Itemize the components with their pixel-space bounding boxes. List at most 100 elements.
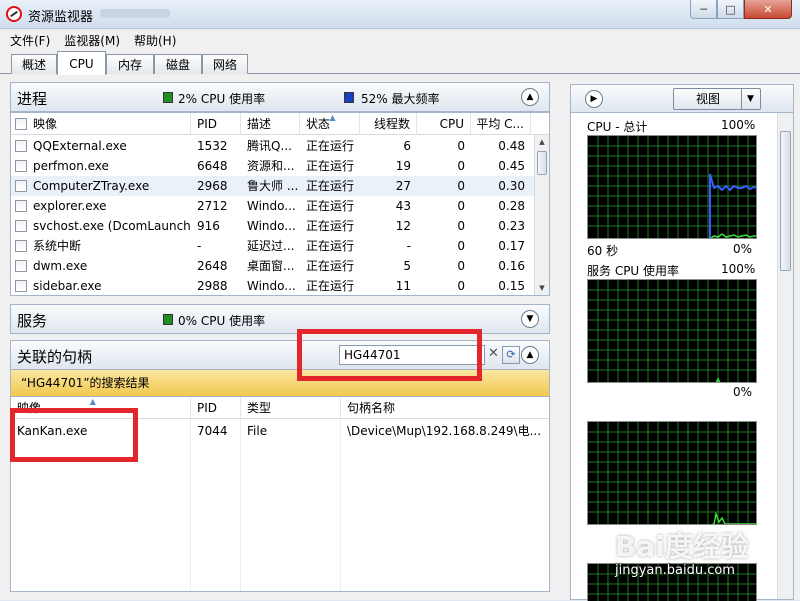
tab-overview[interactable]: 概述 (11, 54, 57, 74)
col-image[interactable]: ▲ 映像 (11, 397, 191, 419)
select-all-checkbox[interactable] (15, 118, 27, 130)
max-frequency-swatch (344, 92, 354, 103)
chevron-right-icon[interactable]: ▶ (585, 90, 603, 108)
processes-scrollbar[interactable]: ▲ ▼ (534, 135, 549, 295)
network-svg (588, 422, 756, 524)
tab-bar: 概述 CPU 内存 磁盘 网络 (0, 51, 800, 75)
services-cpu-swatch (163, 314, 173, 325)
services-header[interactable]: 服务 0% CPU 使用率 ▼ (10, 304, 550, 334)
scroll-thumb[interactable] (780, 131, 791, 271)
chevron-down-icon[interactable]: ▼ (521, 310, 539, 328)
handle-search-input[interactable] (339, 345, 485, 365)
chevron-up-icon[interactable]: ▲ (521, 346, 539, 364)
view-dropdown-icon[interactable]: ▼ (741, 89, 759, 109)
column-divider (340, 419, 341, 591)
cpu-total-svg (588, 136, 756, 238)
cell-description: Windo... (247, 219, 296, 233)
cell-status: 正在运行 (306, 239, 355, 253)
cell-cpu: 0 (457, 179, 465, 193)
col-threads[interactable]: 线程数 (360, 113, 417, 135)
row-checkbox[interactable] (15, 220, 27, 232)
processes-header[interactable]: 进程 2% CPU 使用率 52% 最大频率 ▲ (10, 82, 550, 112)
col-cpu[interactable]: CPU (417, 113, 471, 135)
col-image[interactable]: 映像 (27, 113, 191, 135)
cell-image: KanKan.exe (17, 424, 88, 438)
cell-pid: 916 (197, 219, 220, 233)
table-row[interactable]: explorer.exe 2712 Windo... 正在运行 43 0 0.2… (11, 196, 549, 216)
cell-pid: 2712 (197, 199, 228, 213)
col-avg-cpu[interactable]: 平均 C... (471, 113, 531, 135)
column-divider (190, 419, 191, 591)
table-row[interactable]: 系统中断 - 延迟过... 正在运行 - 0 0.17 (11, 236, 549, 256)
scroll-up-icon[interactable]: ▲ (535, 135, 549, 149)
cell-image: QQExternal.exe (33, 139, 127, 153)
row-checkbox[interactable] (15, 160, 27, 172)
table-row[interactable]: sidebar.exe 2988 Windo... 正在运行 11 0 0.15 (11, 276, 549, 295)
processes-table-header: 映像 PID 描述 ▲ 状态 线程数 CPU 平均 C... (11, 113, 549, 135)
table-row[interactable]: ComputerZTray.exe 2968 鲁大师 ... 正在运行 27 0… (11, 176, 549, 196)
service-cpu-min: 0% (733, 385, 753, 399)
network-line (710, 511, 756, 524)
cpu-total-max: 100% (721, 118, 756, 132)
cell-pid: 6648 (197, 159, 228, 173)
handles-header[interactable]: 关联的句柄 ✕ ⟳ ▲ (10, 340, 550, 370)
scroll-down-icon[interactable]: ▼ (535, 281, 549, 295)
table-row[interactable]: QQExternal.exe 1532 腾讯Q... 正在运行 6 0 0.48 (11, 136, 549, 156)
menu-help[interactable]: 帮助(H) (134, 32, 176, 49)
resource-monitor-icon (6, 6, 22, 22)
close-button[interactable]: ✕ (744, 0, 792, 19)
row-checkbox[interactable] (15, 240, 27, 252)
col-status[interactable]: ▲ 状态 (300, 113, 360, 135)
handles-table-header: ▲ 映像 PID 类型 句柄名称 (11, 397, 549, 419)
cell-cpu: 0 (457, 219, 465, 233)
processes-max-frequency: 52% 最大频率 (361, 92, 440, 106)
cell-threads: 43 (395, 199, 411, 213)
tab-network[interactable]: 网络 (202, 54, 248, 74)
cpu-usage-line (710, 233, 756, 238)
cell-status: 正在运行 (306, 199, 355, 213)
table-row[interactable]: dwm.exe 2648 桌面窗... 正在运行 5 0 0.16 (11, 256, 549, 276)
title-blur (100, 9, 170, 18)
tab-disk[interactable]: 磁盘 (154, 54, 202, 74)
graph-pane-scrollbar[interactable] (777, 113, 793, 599)
cell-pid: - (197, 239, 202, 253)
cell-image: dwm.exe (33, 259, 88, 273)
tab-memory[interactable]: 内存 (106, 54, 154, 74)
row-checkbox[interactable] (15, 200, 27, 212)
clear-search-icon[interactable]: ✕ (488, 346, 499, 361)
col-type[interactable]: 类型 (241, 397, 341, 419)
cpu-total-title: CPU - 总计 (587, 120, 648, 134)
cell-cpu: 0 (457, 199, 465, 213)
col-pid[interactable]: PID (191, 113, 241, 135)
table-row[interactable]: KanKan.exe 7044 File \Device\Mup\192.168… (11, 421, 549, 441)
menu-file[interactable]: 文件(F) (10, 32, 50, 49)
cell-threads: 27 (395, 179, 411, 193)
cell-avg-cpu: 0.48 (498, 139, 525, 153)
table-row[interactable]: perfmon.exe 6648 资源和... 正在运行 19 0 0.45 (11, 156, 549, 176)
row-checkbox[interactable] (15, 280, 27, 292)
tab-cpu[interactable]: CPU (57, 51, 106, 75)
search-result-banner: “HG44701”的搜索结果 (10, 370, 550, 396)
row-checkbox[interactable] (15, 260, 27, 272)
menu-monitor[interactable]: 监视器(M) (64, 32, 120, 49)
col-description[interactable]: 描述 (241, 113, 300, 135)
cell-description: Windo... (247, 279, 296, 293)
col-pid[interactable]: PID (191, 397, 241, 419)
col-handle-name[interactable]: 句柄名称 (341, 397, 549, 419)
cell-handle-name: \Device\Mup\192.168.8.249\电... (347, 424, 541, 438)
row-checkbox[interactable] (15, 180, 27, 192)
scroll-thumb[interactable] (537, 151, 547, 175)
table-row[interactable]: svchost.exe (DcomLaunch) 916 Windo... 正在… (11, 216, 549, 236)
maximize-button[interactable]: □ (717, 0, 744, 19)
minimize-button[interactable]: ─ (690, 0, 717, 19)
service-cpu-line (715, 377, 721, 382)
refresh-icon[interactable]: ⟳ (502, 346, 520, 364)
cell-pid: 7044 (197, 424, 228, 438)
processes-table: 映像 PID 描述 ▲ 状态 线程数 CPU 平均 C... QQExternal… (10, 112, 550, 296)
cell-image: sidebar.exe (33, 279, 102, 293)
sort-asc-icon: ▲ (329, 113, 336, 122)
chevron-up-icon[interactable]: ▲ (521, 88, 539, 106)
cell-status: 正在运行 (306, 219, 355, 233)
row-checkbox[interactable] (15, 140, 27, 152)
services-cpu-usage: 0% CPU 使用率 (178, 314, 266, 328)
